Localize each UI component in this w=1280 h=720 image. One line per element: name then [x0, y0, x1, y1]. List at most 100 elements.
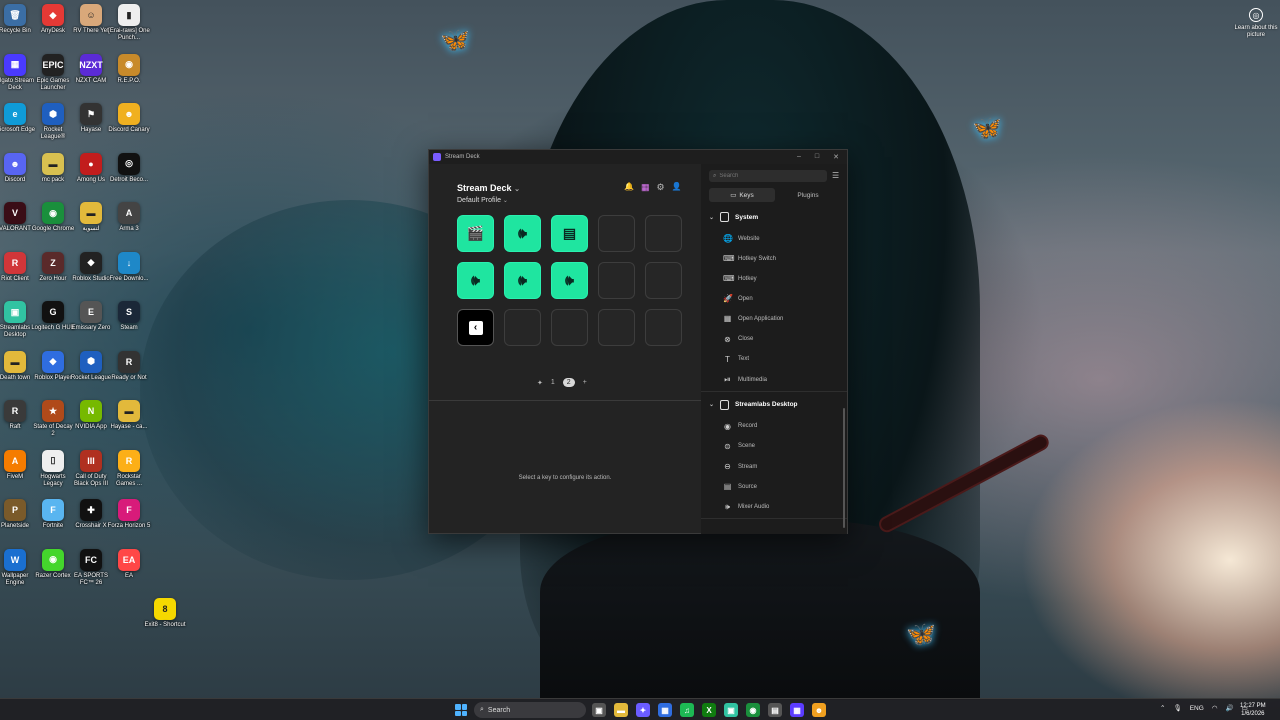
- wallpaper-icon[interactable]: ▤: [768, 703, 782, 717]
- desktop-icon[interactable]: ☻ Discord: [0, 152, 35, 184]
- desktop-icon[interactable]: P Planetside: [0, 499, 35, 530]
- file-explorer-icon[interactable]: ▬: [614, 703, 628, 717]
- desktop-icon[interactable]: ☻ Discord Canary: [108, 103, 150, 134]
- action-item[interactable]: ◉ Record: [723, 422, 757, 431]
- desktop-icon[interactable]: R Rockstar Games ...: [109, 449, 149, 488]
- desktop-icon[interactable]: ◉ Razer Cortex: [33, 548, 73, 580]
- desktop-icon[interactable]: ⬢ Rocket League®: [33, 103, 73, 141]
- desktop-icon[interactable]: Z Zero Hour: [33, 251, 73, 283]
- xbox-icon[interactable]: X: [702, 703, 716, 717]
- desktop-icon[interactable]: W Wallpaper Engine: [0, 548, 35, 587]
- desktop-icon[interactable]: ● Among Us: [71, 152, 111, 184]
- desktop-icon[interactable]: S Steam: [109, 301, 149, 332]
- desktop-icon[interactable]: ☺ RV There Yet: [71, 4, 111, 35]
- desktop-icon[interactable]: ◆ Roblox Player: [33, 350, 73, 382]
- page-2-button[interactable]: 2: [562, 378, 575, 387]
- desktop-icon[interactable]: ⚑ Hayase: [71, 103, 111, 134]
- bell-icon[interactable]: 🔔: [624, 182, 634, 193]
- minimize-button[interactable]: –: [797, 153, 801, 161]
- category-header[interactable]: ⌄ System: [709, 212, 758, 222]
- desktop-icon[interactable]: ◉ R.E.P.O.: [109, 53, 149, 85]
- desktop-icon[interactable]: EPIC Epic Games Launcher: [33, 53, 73, 92]
- action-item[interactable]: ⏯ Multimedia: [723, 375, 767, 385]
- desktop-icon[interactable]: V VALORANT: [0, 202, 35, 233]
- copilot-icon[interactable]: ✦: [636, 703, 650, 717]
- desktop-icon[interactable]: ▣ Streamlabs Desktop: [0, 301, 35, 339]
- empty-key[interactable]: [645, 262, 682, 299]
- action-item[interactable]: ⊖ Stream: [723, 462, 757, 471]
- empty-key[interactable]: [645, 309, 682, 346]
- desktop-icon[interactable]: R Ready or Not: [109, 350, 149, 382]
- desktop-icon[interactable]: 🗑 Recycle Bin: [0, 4, 35, 35]
- action-item[interactable]: 🚀 Open: [723, 294, 753, 303]
- desktop-icon[interactable]: A Arma 3: [109, 202, 149, 233]
- device-selector[interactable]: Stream Deck ⌄: [457, 183, 520, 193]
- desktop-icon[interactable]: ▯ Hogwarts Legacy: [33, 449, 73, 488]
- action-item[interactable]: ⌨ Hotkey: [723, 274, 757, 283]
- action-item[interactable]: ▦ Open Application: [723, 314, 784, 323]
- desktop-icon[interactable]: III Call of Duty Black Ops III: [71, 449, 111, 488]
- tab-keys[interactable]: ▭ Keys: [709, 188, 775, 202]
- search-box[interactable]: ⌕: [709, 170, 827, 182]
- empty-key[interactable]: [598, 309, 635, 346]
- desktop-icon[interactable]: N NVIDIA App: [71, 400, 111, 431]
- profile-selector[interactable]: Default Profile ⌄: [457, 197, 520, 204]
- language-indicator[interactable]: ENG: [1190, 705, 1204, 712]
- desktop-icon[interactable]: ⬢ Rocket League: [71, 350, 111, 382]
- desktop-icon[interactable]: ▬ Death town: [0, 350, 35, 382]
- desktop-icon[interactable]: ▬ mc pack: [33, 152, 73, 184]
- action-item[interactable]: 🕪 Mixer Audio: [723, 502, 769, 512]
- back-key[interactable]: ‹: [457, 309, 494, 346]
- add-page-button[interactable]: +: [583, 379, 587, 386]
- account-icon[interactable]: 👤: [672, 182, 682, 193]
- desktop-icon[interactable]: R Riot Client: [0, 251, 35, 283]
- tab-plugins[interactable]: Plugins: [775, 188, 841, 202]
- task-view-icon[interactable]: ▣: [592, 703, 606, 717]
- start-button[interactable]: [455, 704, 467, 716]
- desktop-icon[interactable]: ◆ AnyDesk: [33, 4, 73, 35]
- desktop-icon[interactable]: eMicrosoft Edge: [0, 103, 35, 134]
- desktop-icon[interactable]: ▮ [Erai-raws] One Punch...: [108, 4, 150, 42]
- desktop-icon[interactable]: E Emissary Zero: [71, 301, 111, 332]
- action-item[interactable]: 🌐 Website: [723, 234, 760, 243]
- action-key[interactable]: 🕪: [457, 262, 494, 299]
- action-key[interactable]: 🕪: [504, 262, 541, 299]
- learn-about-picture[interactable]: ◎ Learn about this picture: [1234, 8, 1278, 39]
- desktop-icon[interactable]: ▬ Hayase - ca...: [109, 400, 149, 431]
- action-item[interactable]: ⊗ Close: [723, 335, 753, 344]
- tray-overflow-icon[interactable]: ⌃: [1160, 704, 1165, 712]
- action-item[interactable]: ▤ Source: [723, 482, 757, 491]
- empty-key[interactable]: [598, 262, 635, 299]
- close-button[interactable]: ✕: [833, 153, 839, 161]
- desktop-icon[interactable]: A FiveM: [0, 449, 35, 481]
- clock[interactable]: 12:27 PM 1/6/2026: [1240, 702, 1266, 718]
- desktop-icon[interactable]: R Raft: [0, 400, 35, 431]
- taskbar-search[interactable]: ⌕ Search: [474, 702, 586, 718]
- desktop-icon[interactable]: F Forza Horizon 5: [108, 499, 150, 530]
- list-view-icon[interactable]: ☰: [832, 171, 839, 180]
- other-icon[interactable]: ☻: [812, 703, 826, 717]
- action-key[interactable]: 🕪: [551, 262, 588, 299]
- gear-icon[interactable]: ⚙: [656, 182, 664, 193]
- category-header[interactable]: ⌄ Streamlabs Desktop: [709, 399, 798, 410]
- title-bar[interactable]: Stream Deck – □ ✕: [429, 150, 847, 164]
- action-key[interactable]: ▤: [551, 215, 588, 252]
- action-key[interactable]: 🕪: [504, 215, 541, 252]
- streamlabs-icon[interactable]: ▣: [724, 703, 738, 717]
- desktop-icon[interactable]: ▦Elgato Stream Deck: [0, 53, 35, 92]
- empty-key[interactable]: [504, 309, 541, 346]
- desktop-icon[interactable]: ◎ Detroit Beco...: [109, 152, 149, 184]
- desktop-icon[interactable]: ↓ Free Downlo...: [109, 251, 149, 283]
- scrollbar[interactable]: [843, 408, 845, 528]
- pin-icon[interactable]: ✦: [537, 379, 543, 387]
- photos-icon[interactable]: ▦: [658, 703, 672, 717]
- desktop-icon[interactable]: ✚ Crosshair X: [71, 499, 111, 530]
- volume-icon[interactable]: 🔊: [1225, 704, 1233, 712]
- desktop-icon[interactable]: EA EA: [109, 548, 149, 580]
- desktop-icon[interactable]: ◆ Roblox Studio: [71, 251, 111, 283]
- wifi-icon[interactable]: ◠: [1212, 704, 1218, 712]
- desktop-icon[interactable]: G Logitech G HUB: [31, 301, 75, 332]
- chrome-icon[interactable]: ◉: [746, 703, 760, 717]
- stream-deck-icon[interactable]: ▦: [790, 703, 804, 717]
- desktop-icon[interactable]: ★ State of Decay 2: [33, 400, 73, 438]
